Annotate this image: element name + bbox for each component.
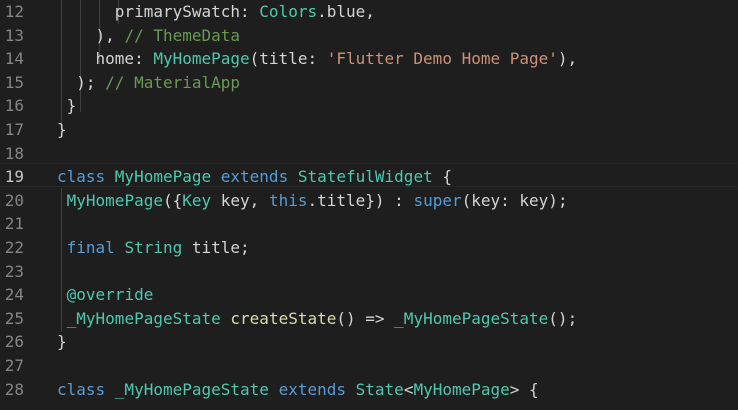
line-number: 25 <box>4 309 24 328</box>
code-token: key, <box>211 191 269 210</box>
code-token: .blue, <box>317 2 375 21</box>
code-token: @override <box>66 285 154 304</box>
code-token: class <box>57 167 115 186</box>
code-token: (key: key); <box>461 191 568 210</box>
line-number: 17 <box>4 120 24 139</box>
code-token: class <box>57 380 115 399</box>
code-token: () => <box>336 309 395 328</box>
code-token: super <box>413 191 462 210</box>
code-token: ), <box>57 26 125 45</box>
line-number-gutter: 12 13 14 15 16 17 18 19 20 21 22 23 24 25 26 27 28 <box>0 0 40 410</box>
line-number: 21 <box>4 214 24 233</box>
code-token: } <box>57 120 67 139</box>
code-token: StatefulWidget <box>297 167 433 186</box>
code-token: MyHomePage <box>66 191 163 210</box>
code-token: primarySwatch: <box>57 2 260 21</box>
code-token: _MyHomePageState <box>114 380 269 399</box>
code-token: Key <box>182 191 212 210</box>
line-number: 14 <box>4 49 24 68</box>
code-token: { <box>432 167 452 186</box>
code-token: MyHomePage <box>413 380 510 399</box>
line-number: 12 <box>4 2 24 21</box>
line-number: 13 <box>4 26 24 45</box>
code-line[interactable]: primarySwatch: Colors.blue, <box>57 0 375 24</box>
code-token: home: <box>57 49 154 68</box>
code-token: extends <box>278 380 346 399</box>
line-number: 28 <box>4 380 24 399</box>
line-number: 20 <box>4 191 24 210</box>
line-number: 23 <box>4 262 24 281</box>
code-token: _MyHomePageState <box>394 309 549 328</box>
code-token: ), <box>557 49 578 68</box>
line-number: 22 <box>4 238 24 257</box>
code-token: createState <box>230 309 337 328</box>
code-editor[interactable]: 12 13 14 15 16 17 18 19 20 21 22 23 24 25 26 27 28 prima… <box>0 0 738 410</box>
code-line[interactable]: } <box>57 118 67 142</box>
code-token: .title}) : <box>307 191 414 210</box>
code-token: MyHomePage <box>114 167 212 186</box>
code-token: _MyHomePageState <box>66 309 221 328</box>
code-token: 'Flutter Demo Home Page' <box>326 49 558 68</box>
code-line[interactable]: } <box>57 94 77 118</box>
code-token: title; <box>182 238 250 257</box>
code-token: > { <box>509 380 539 399</box>
code-line[interactable]: class MyHomePage extends StatefulWidget … <box>57 165 452 189</box>
code-token: final <box>66 238 115 257</box>
code-token: } <box>57 332 67 351</box>
line-number: 18 <box>4 144 24 163</box>
line-number: 15 <box>4 73 24 92</box>
code-token: Colors <box>259 2 318 21</box>
code-line[interactable]: ); // MaterialApp <box>57 71 240 95</box>
code-token: extends <box>220 167 289 186</box>
line-number: 24 <box>4 285 24 304</box>
code-token: String <box>124 238 183 257</box>
code-line[interactable]: @override <box>57 283 154 307</box>
line-number: 16 <box>4 96 24 115</box>
code-token: MyHomePage <box>153 49 250 68</box>
code-line[interactable]: final String title; <box>57 236 250 260</box>
code-token: ({ <box>162 191 183 210</box>
code-token: // MaterialApp <box>105 73 241 92</box>
code-line[interactable]: ), // ThemeData <box>57 24 241 48</box>
code-token: (); <box>548 309 578 328</box>
code-token: < <box>403 380 414 399</box>
code-token: } <box>57 96 77 115</box>
code-line[interactable]: } <box>57 330 67 354</box>
line-number: 26 <box>4 332 24 351</box>
code-line[interactable]: MyHomePage({Key key, this.title}) : supe… <box>57 189 568 213</box>
code-line[interactable]: home: MyHomePage(title: 'Flutter Demo Ho… <box>57 47 578 71</box>
code-line[interactable]: class _MyHomePageState extends State<MyH… <box>57 378 539 402</box>
code-token: (title: <box>249 49 327 68</box>
code-token: // ThemeData <box>124 26 241 45</box>
line-number: 27 <box>4 356 24 375</box>
code-token: State <box>355 380 404 399</box>
code-token: this <box>268 191 308 210</box>
line-number: 19 <box>4 167 24 186</box>
code-line[interactable]: _MyHomePageState createState() => _MyHom… <box>57 307 578 331</box>
code-token: ); <box>57 73 106 92</box>
